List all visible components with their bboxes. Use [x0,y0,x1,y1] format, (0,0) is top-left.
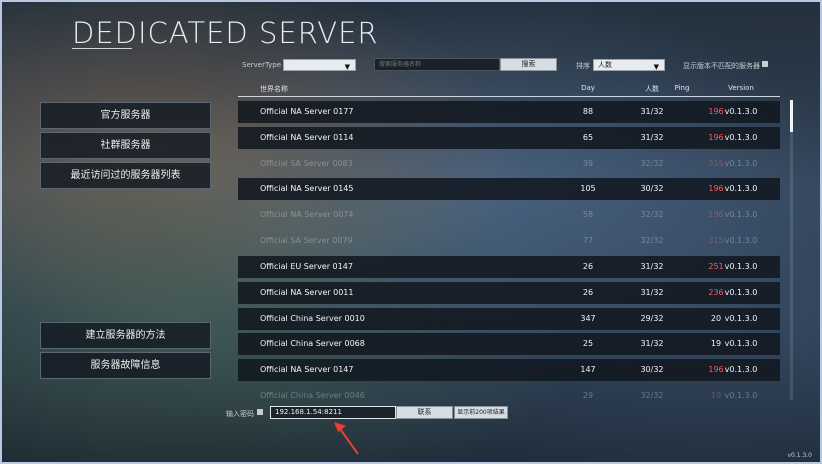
server-version: v0.1.3.0 [724,184,758,193]
server-day: 65 [582,133,594,142]
server-version: v0.1.3.0 [724,365,758,374]
server-type-dropdown[interactable]: ▼ [283,59,356,71]
server-name: Official NA Server 0011 [260,288,354,297]
server-day: 26 [582,288,594,297]
server-name: Official SA Server 0083 [260,159,353,168]
server-day: 147 [580,365,596,374]
server-version: v0.1.3.0 [724,107,758,116]
show-top-results-button[interactable]: 显示前200项结果 [454,406,508,419]
server-day: 29 [582,391,594,400]
sort-value: 人数 [598,61,612,69]
server-name: Official NA Server 0145 [260,184,354,193]
server-players: 31/32 [640,107,664,116]
server-day: 105 [580,184,596,193]
show-mismatch-label: 显示版本不匹配的服务器 [683,62,760,70]
sort-dropdown[interactable]: 人数 ▼ [593,59,665,71]
server-players: 31/32 [640,262,664,271]
server-version: v0.1.3.0 [724,159,758,168]
dropdown-arrow-icon: ▼ [344,63,350,71]
table-row[interactable]: Official EU Server 0147 26 31/32 251 v0.… [238,256,780,278]
server-players: 32/32 [640,391,664,400]
dropdown-arrow-icon: ▼ [653,63,659,71]
table-row[interactable]: Official NA Server 0011 26 31/32 236 v0.… [238,282,780,304]
col-name-header: 世界名称 [260,85,288,93]
server-version: v0.1.3.0 [724,391,758,400]
sidebar-item-how-to-host[interactable]: 建立服务器的方法 [40,322,211,349]
col-day-header: Day [581,84,595,92]
server-day: 77 [582,236,594,245]
server-name: Official NA Server 0074 [260,210,354,219]
annotation-arrow-icon [334,422,359,455]
col-ping-header: Ping [674,84,690,92]
server-version: v0.1.3.0 [724,339,758,348]
server-players: 31/32 [640,288,664,297]
server-name: Official NA Server 0147 [260,365,354,374]
password-label: 输入密码 [226,410,254,418]
table-row[interactable]: Official China Server 0046 29 32/32 19 v… [238,385,780,401]
col-version-header: Version [728,84,754,92]
sidebar-item-community[interactable]: 社群服务器 [40,132,211,159]
server-name: Official NA Server 0114 [260,133,354,142]
list-scrollbar[interactable] [790,100,793,400]
table-row[interactable]: Official NA Server 0074 58 32/32 196 v0.… [238,204,780,226]
sort-label: 排序 [576,62,590,70]
game-window: DEDICATED SERVER ServerType ▼ 搜索服务器名称 搜索… [0,0,822,464]
sidebar-item-server-issues[interactable]: 服务器故障信息 [40,352,211,379]
show-mismatch-checkbox[interactable] [762,61,768,67]
table-row[interactable]: Official China Server 0068 25 31/32 19 v… [238,333,780,355]
table-row[interactable]: Official SA Server 0079 77 32/32 315 v0.… [238,230,780,252]
server-players: 32/32 [640,159,664,168]
server-day: 58 [582,210,594,219]
server-name: Official China Server 0010 [260,314,365,323]
server-name: Official China Server 0046 [260,391,365,400]
server-search-input[interactable]: 搜索服务器名称 [374,58,500,71]
table-row[interactable]: Official NA Server 0147 147 30/32 196 v0… [238,359,780,381]
server-players: 32/32 [640,210,664,219]
server-version: v0.1.3.0 [724,314,758,323]
table-row[interactable]: Official China Server 0010 347 29/32 20 … [238,308,780,330]
server-players: 30/32 [640,184,664,193]
server-version: v0.1.3.0 [724,210,758,219]
server-name: Official China Server 0068 [260,339,365,348]
page-title: DEDICATED SERVER [72,16,379,50]
server-day: 347 [580,314,596,323]
server-players: 31/32 [640,133,664,142]
game-version: v0.1.3.0 [787,452,812,459]
server-address-input[interactable]: 192.168.1.54:8211 [270,406,396,419]
server-type-label: ServerType [242,61,282,69]
connect-button[interactable]: 联系 [396,406,453,419]
server-players: 32/32 [640,236,664,245]
server-version: v0.1.3.0 [724,262,758,271]
table-row[interactable]: Official NA Server 0145 105 30/32 196 v0… [238,178,780,200]
sidebar-item-official[interactable]: 官方服务器 [40,102,211,129]
server-name: Official SA Server 0079 [260,236,353,245]
server-version: v0.1.3.0 [724,133,758,142]
server-players: 30/32 [640,365,664,374]
server-day: 26 [582,262,594,271]
table-row[interactable]: Official NA Server 0177 88 31/32 196 v0.… [238,101,780,123]
server-version: v0.1.3.0 [724,288,758,297]
title-underline [72,48,132,49]
server-day: 88 [582,107,594,116]
list-scrollbar-thumb[interactable] [790,100,793,132]
server-name: Official EU Server 0147 [260,262,353,271]
table-row[interactable]: Official NA Server 0114 65 31/32 196 v0.… [238,127,780,149]
server-players: 31/32 [640,339,664,348]
server-version: v0.1.3.0 [724,236,758,245]
password-checkbox[interactable] [257,409,263,415]
server-day: 39 [582,159,594,168]
server-name: Official NA Server 0177 [260,107,354,116]
table-row[interactable]: Official SA Server 0083 39 32/32 315 v0.… [238,153,780,175]
server-day: 25 [582,339,594,348]
table-header: 世界名称 Day 人数 Ping Version [238,82,780,97]
sidebar-item-recent[interactable]: 最近访问过的服务器列表 [40,162,211,189]
search-button[interactable]: 搜索 [500,58,557,71]
server-players: 29/32 [640,314,664,323]
